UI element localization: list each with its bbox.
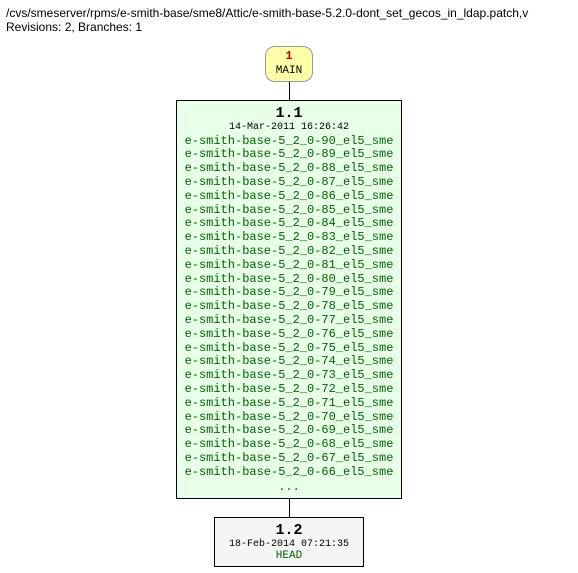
revision-tag: e-smith-base-5_2_0-72_el5_sme bbox=[185, 383, 394, 397]
revision-tag: e-smith-base-5_2_0-83_el5_sme bbox=[185, 231, 394, 245]
revision-tag: e-smith-base-5_2_0-68_el5_sme bbox=[185, 438, 394, 452]
revision-tag: e-smith-base-5_2_0-82_el5_sme bbox=[185, 245, 394, 259]
revision-tag: e-smith-base-5_2_0-76_el5_sme bbox=[185, 328, 394, 342]
revision-tag: e-smith-base-5_2_0-70_el5_sme bbox=[185, 411, 394, 425]
revision-tag: e-smith-base-5_2_0-89_el5_sme bbox=[185, 148, 394, 162]
branch-head: 1 MAIN bbox=[265, 46, 313, 82]
revision-tag: e-smith-base-5_2_0-73_el5_sme bbox=[185, 369, 394, 383]
branch-label: MAIN bbox=[276, 65, 302, 77]
revision-node-1-1[interactable]: 1.1 14-Mar-2011 16:26:42 e-smith-base-5_… bbox=[176, 100, 403, 499]
revision-tag: e-smith-base-5_2_0-86_el5_sme bbox=[185, 190, 394, 204]
revision-tag: e-smith-base-5_2_0-79_el5_sme bbox=[185, 286, 394, 300]
revision-tag-list: e-smith-base-5_2_0-90_el5_smee-smith-bas… bbox=[185, 135, 394, 480]
branch-bubble-main: 1 MAIN bbox=[265, 46, 313, 82]
branch-number: 1 bbox=[285, 49, 292, 63]
revision-version: 1.1 bbox=[185, 105, 394, 122]
revision-tag: e-smith-base-5_2_0-66_el5_sme bbox=[185, 466, 394, 480]
revision-tag: e-smith-base-5_2_0-80_el5_sme bbox=[185, 273, 394, 287]
revision-version: 1.2 bbox=[229, 522, 349, 539]
revision-tag: e-smith-base-5_2_0-88_el5_sme bbox=[185, 162, 394, 176]
revision-tag: e-smith-base-5_2_0-77_el5_sme bbox=[185, 314, 394, 328]
revision-tag: e-smith-base-5_2_0-69_el5_sme bbox=[185, 424, 394, 438]
connector bbox=[289, 499, 290, 517]
revision-node-1-2[interactable]: 1.2 18-Feb-2014 07:21:35 HEAD bbox=[214, 517, 364, 567]
revision-graph: 1 MAIN 1.1 14-Mar-2011 16:26:42 e-smith-… bbox=[6, 46, 572, 567]
revision-tag: e-smith-base-5_2_0-90_el5_sme bbox=[185, 135, 394, 149]
revision-tag: e-smith-base-5_2_0-67_el5_sme bbox=[185, 452, 394, 466]
revision-timestamp: 14-Mar-2011 16:26:42 bbox=[185, 122, 394, 133]
revision-tag: e-smith-base-5_2_0-85_el5_sme bbox=[185, 204, 394, 218]
revision-tag: e-smith-base-5_2_0-78_el5_sme bbox=[185, 300, 394, 314]
more-indicator: ... bbox=[185, 480, 394, 494]
connector bbox=[289, 82, 290, 100]
head-label: HEAD bbox=[229, 550, 349, 562]
revision-tag: e-smith-base-5_2_0-87_el5_sme bbox=[185, 176, 394, 190]
revisions-info: Revisions: 2, Branches: 1 bbox=[6, 20, 572, 34]
revision-tag: e-smith-base-5_2_0-84_el5_sme bbox=[185, 217, 394, 231]
repo-path: /cvs/smeserver/rpms/e-smith-base/sme8/At… bbox=[6, 6, 572, 20]
revision-tag: e-smith-base-5_2_0-74_el5_sme bbox=[185, 355, 394, 369]
revision-tag: e-smith-base-5_2_0-71_el5_sme bbox=[185, 397, 394, 411]
revision-timestamp: 18-Feb-2014 07:21:35 bbox=[229, 539, 349, 550]
revision-tag: e-smith-base-5_2_0-81_el5_sme bbox=[185, 259, 394, 273]
revision-tag: e-smith-base-5_2_0-75_el5_sme bbox=[185, 342, 394, 356]
